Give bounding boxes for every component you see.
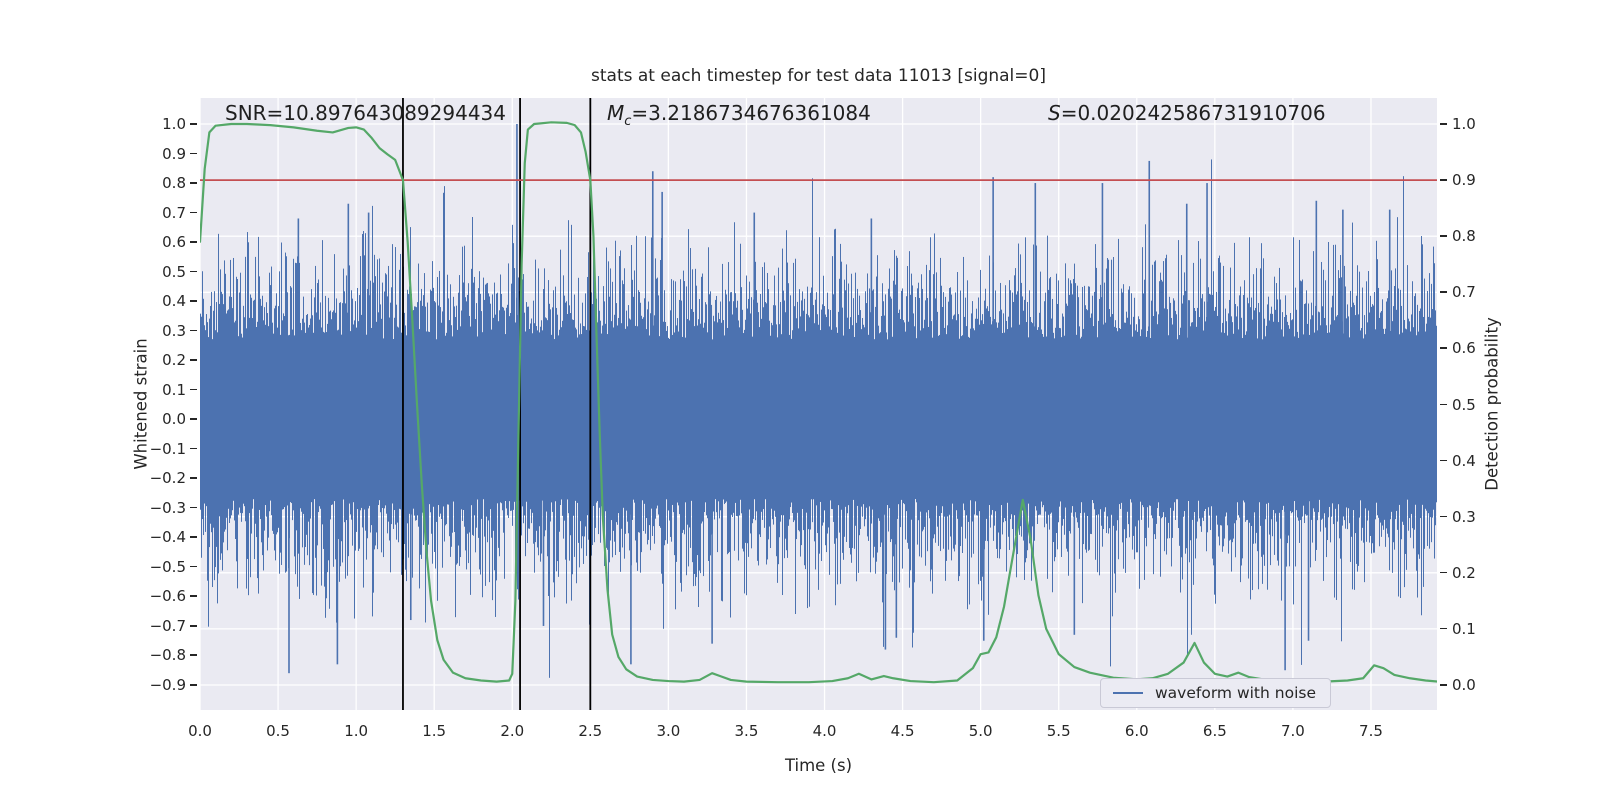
left-tick-mark bbox=[190, 536, 197, 538]
annotation-s-stat: S=0.020242586731910706 bbox=[1048, 101, 1326, 125]
left-tick-label: 0.0 bbox=[162, 410, 186, 429]
left-tick-label: −0.3 bbox=[149, 498, 186, 517]
right-tick-label: 0.7 bbox=[1452, 283, 1476, 302]
left-tick-mark bbox=[190, 241, 197, 243]
left-tick-label: 0.3 bbox=[162, 321, 186, 340]
annotation-chirp-mass: Mc=3.2186734676361084 bbox=[607, 101, 871, 129]
right-tick-mark bbox=[1440, 403, 1447, 406]
x-tick-label: 1.5 bbox=[422, 722, 447, 740]
x-axis-label: Time (s) bbox=[784, 756, 853, 775]
figure: stats at each timestep for test data 110… bbox=[0, 0, 1600, 800]
x-tick-label: 5.0 bbox=[968, 722, 993, 740]
left-tick-mark bbox=[190, 388, 197, 391]
x-tick-label: 0.0 bbox=[188, 722, 212, 740]
y-axis-label-right: Detection probability bbox=[1482, 317, 1502, 491]
left-tick-label: −0.8 bbox=[149, 646, 186, 665]
x-tick-label: 7.5 bbox=[1359, 722, 1383, 740]
right-tick-mark bbox=[1440, 123, 1447, 125]
x-tick-label: 4.5 bbox=[890, 722, 915, 740]
left-tick-label: 0.4 bbox=[162, 292, 186, 311]
x-tick-label: 6.5 bbox=[1202, 722, 1227, 740]
left-tick-label: 1.0 bbox=[162, 115, 186, 133]
annotation-s-value: =0.020242586731910706 bbox=[1060, 101, 1326, 125]
left-tick-mark bbox=[190, 624, 197, 627]
left-tick-label: 0.7 bbox=[162, 203, 186, 222]
left-tick-mark bbox=[190, 300, 197, 302]
chart-title: stats at each timestep for test data 110… bbox=[591, 66, 1046, 86]
left-tick-mark bbox=[190, 152, 197, 155]
right-tick-mark bbox=[1440, 235, 1447, 237]
left-tick-mark bbox=[190, 565, 197, 568]
left-tick-label: −0.7 bbox=[149, 616, 186, 635]
x-tick-label: 2.0 bbox=[500, 722, 525, 740]
plot-area: SNR=10.897643089294434 Mc=3.218673467636… bbox=[200, 98, 1437, 710]
right-tick-mark bbox=[1440, 571, 1447, 574]
left-tick-mark bbox=[190, 477, 197, 479]
left-tick-label: −0.6 bbox=[149, 587, 186, 606]
right-tick-mark bbox=[1440, 627, 1447, 630]
x-tick-label: 2.5 bbox=[578, 722, 603, 740]
left-tick-label: −0.4 bbox=[149, 528, 186, 547]
left-tick-mark bbox=[190, 684, 197, 686]
right-tick-label: 0.4 bbox=[1452, 451, 1476, 470]
left-tick-label: 0.5 bbox=[162, 262, 186, 281]
right-tick-label: 0.0 bbox=[1452, 676, 1476, 694]
right-tick-mark bbox=[1440, 515, 1447, 518]
annotation-s-symbol: S bbox=[1048, 101, 1061, 125]
left-tick-label: −0.2 bbox=[149, 469, 186, 488]
x-tick-label: 3.5 bbox=[734, 722, 759, 740]
x-tick-label: 4.0 bbox=[812, 722, 837, 740]
right-tick-label: 0.8 bbox=[1452, 227, 1476, 246]
x-tick-label: 1.0 bbox=[344, 722, 369, 740]
left-tick-label: 0.6 bbox=[162, 233, 186, 252]
chart-canvas bbox=[200, 98, 1437, 710]
left-tick-label: 0.9 bbox=[162, 144, 186, 163]
right-tick-label: 0.2 bbox=[1452, 563, 1476, 582]
left-tick-mark bbox=[190, 654, 197, 657]
left-tick-label: 0.2 bbox=[162, 351, 186, 370]
right-tick-mark bbox=[1440, 179, 1447, 181]
x-tick-label: 7.0 bbox=[1280, 722, 1305, 740]
left-tick-mark bbox=[190, 447, 197, 450]
right-tick-label: 0.6 bbox=[1452, 339, 1476, 358]
annotation-mc-value: =3.2186734676361084 bbox=[631, 101, 871, 125]
left-tick-mark bbox=[190, 270, 197, 273]
left-tick-label: 0.1 bbox=[162, 380, 186, 399]
left-tick-label: −0.9 bbox=[149, 676, 186, 694]
left-tick-mark bbox=[190, 123, 197, 125]
x-tick-label: 5.5 bbox=[1046, 722, 1071, 740]
right-tick-mark bbox=[1440, 291, 1447, 293]
annotation-snr-text: SNR=10.897643089294434 bbox=[225, 101, 506, 125]
x-tick-label: 0.5 bbox=[266, 722, 290, 740]
legend-label: waveform with noise bbox=[1155, 684, 1316, 702]
left-tick-mark bbox=[190, 506, 197, 509]
left-tick-mark bbox=[190, 359, 197, 361]
left-tick-mark bbox=[190, 418, 197, 420]
legend: waveform with noise bbox=[1100, 678, 1331, 708]
right-tick-label: 0.3 bbox=[1452, 507, 1476, 526]
right-tick-mark bbox=[1440, 684, 1447, 686]
right-tick-label: 0.9 bbox=[1452, 171, 1476, 190]
x-tick-label: 6.0 bbox=[1124, 722, 1149, 740]
right-tick-mark bbox=[1440, 459, 1447, 462]
left-tick-mark bbox=[190, 595, 197, 597]
left-tick-label: 0.8 bbox=[162, 174, 186, 193]
left-tick-label: −0.1 bbox=[149, 439, 186, 458]
right-tick-label: 0.1 bbox=[1452, 619, 1476, 638]
left-tick-mark bbox=[190, 182, 197, 184]
left-tick-mark bbox=[190, 211, 197, 214]
annotation-snr: SNR=10.897643089294434 bbox=[225, 101, 506, 125]
x-tick-label: 3.0 bbox=[656, 722, 681, 740]
right-tick-mark bbox=[1440, 347, 1447, 349]
left-tick-mark bbox=[190, 329, 197, 332]
left-tick-label: −0.5 bbox=[149, 557, 186, 576]
legend-line-sample bbox=[1113, 692, 1143, 694]
right-tick-label: 1.0 bbox=[1452, 115, 1476, 133]
right-tick-label: 0.5 bbox=[1452, 395, 1476, 414]
annotation-mc-symbol: M bbox=[607, 101, 625, 125]
